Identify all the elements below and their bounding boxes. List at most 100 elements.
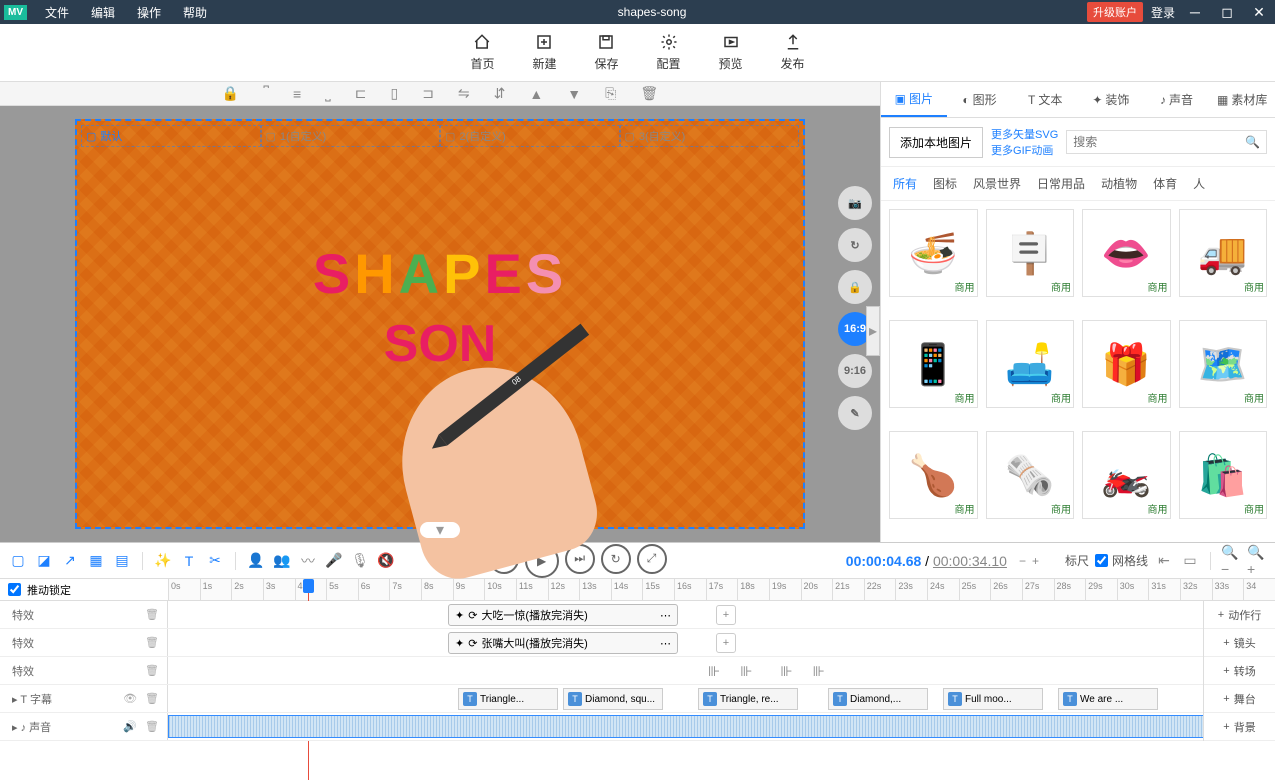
caption-clip[interactable]: TTriangle, re... [698, 688, 798, 710]
tab-text[interactable]: T 文本 [1012, 82, 1078, 117]
tl-record-icon[interactable]: ▢ [8, 551, 28, 571]
caption-clip[interactable]: TWe are ... [1058, 688, 1158, 710]
menu-help[interactable]: 帮助 [173, 0, 217, 25]
edit-tool-icon[interactable]: ✎ [838, 396, 872, 430]
trash-icon[interactable]: 🗑 [145, 608, 159, 621]
publish-button[interactable]: 发布 [781, 33, 805, 72]
filter-scenery[interactable]: 风景世界 [973, 175, 1021, 192]
tab-library[interactable]: ▦ 素材库 [1209, 82, 1275, 117]
zoom-out-small[interactable]: − [1019, 554, 1026, 568]
caption-clip[interactable]: TTriangle... [458, 688, 558, 710]
audio-waveform[interactable] [168, 715, 1275, 738]
filter-nature[interactable]: 动植物 [1101, 175, 1137, 192]
tl-wave-icon[interactable]: 〰 [298, 551, 318, 571]
save-button[interactable]: 保存 [594, 33, 618, 72]
asset-item[interactable]: 🚚商用 [1179, 209, 1268, 297]
panel-collapse-handle[interactable]: ▸ [866, 306, 880, 356]
add-local-image-button[interactable]: 添加本地图片 [889, 127, 983, 158]
filter-all[interactable]: 所有 [893, 175, 917, 192]
asset-item[interactable]: 🍗商用 [889, 431, 978, 519]
caption-clip[interactable]: TDiamond,... [828, 688, 928, 710]
filter-icon[interactable]: 图标 [933, 175, 957, 192]
filter-people[interactable]: 人 [1193, 175, 1205, 192]
markers[interactable]: ⊪⊪⊪⊪ [708, 663, 825, 680]
search-input[interactable] [1073, 135, 1245, 149]
layer-up-icon[interactable]: ▲ [529, 86, 543, 102]
asset-item[interactable]: 🛍️商用 [1179, 431, 1268, 519]
asset-item[interactable]: 🪧商用 [986, 209, 1075, 297]
canvas[interactable]: ▢ 默认 ▢ 1(自定义) ▢ 2(自定义) ▢ 3(自定义) SHAPES S… [75, 119, 805, 529]
tl-snap-icon[interactable]: ⇤ [1154, 551, 1174, 571]
btn-transition[interactable]: + 转场 [1204, 657, 1275, 685]
tl-export-icon[interactable]: ↗ [60, 551, 80, 571]
asset-item[interactable]: 👄商用 [1082, 209, 1171, 297]
align-middle-icon[interactable]: ≡ [293, 86, 301, 102]
new-button[interactable]: 新建 [532, 33, 556, 72]
login-button[interactable]: 登录 [1151, 4, 1175, 21]
search-box[interactable]: 🔍 [1066, 130, 1267, 154]
btn-camera[interactable]: + 镜头 [1204, 629, 1275, 657]
fullscreen-button[interactable]: ⤢ [637, 544, 667, 574]
asset-item[interactable]: 🍜商用 [889, 209, 978, 297]
lock-icon[interactable]: 🔒 [222, 85, 239, 102]
trash-icon[interactable]: 🗑 [145, 720, 159, 733]
flip-h-icon[interactable]: ⇋ [458, 85, 470, 102]
menu-edit[interactable]: 编辑 [81, 0, 125, 25]
scene-tab-1[interactable]: ▢ 1(自定义) [261, 125, 441, 147]
tl-grid-icon[interactable]: ▦ [86, 551, 106, 571]
tl-person-icon[interactable]: 👤 [246, 551, 266, 571]
trash-icon[interactable]: 🗑 [145, 692, 159, 705]
maximize-button[interactable]: ◻ [1215, 4, 1239, 21]
aspect-9-16[interactable]: 9:16 [838, 354, 872, 388]
scene-tab-3[interactable]: ▢ 3(自定义) [620, 125, 800, 147]
rotate-icon[interactable]: ↻ [838, 228, 872, 262]
minimize-button[interactable]: ─ [1183, 4, 1207, 20]
copy-icon[interactable]: ⎘ [605, 85, 616, 102]
btn-action-row[interactable]: + 动作行 [1204, 601, 1275, 629]
tl-cut-icon[interactable]: ✂ [205, 551, 225, 571]
tl-layers-icon[interactable]: ▤ [112, 551, 132, 571]
loop-button[interactable]: ↻ [601, 544, 631, 574]
search-icon[interactable]: 🔍 [1245, 135, 1260, 149]
volume-icon[interactable]: 🔊 [123, 720, 137, 733]
tl-shape-icon[interactable]: ◪ [34, 551, 54, 571]
caption-clip[interactable]: TFull moo... [943, 688, 1043, 710]
gridline-checkbox[interactable] [1095, 554, 1108, 567]
scene-tab-default[interactable]: ▢ 默认 [81, 125, 261, 147]
btn-stage[interactable]: + 舞台 [1204, 685, 1275, 713]
align-top-icon[interactable]: ⎴ [263, 85, 269, 102]
clip-fx-2[interactable]: ✦⟳张嘴大叫(播放完消失)⋯ [448, 632, 678, 654]
tab-shapes[interactable]: ◐ 图形 [947, 82, 1013, 117]
upgrade-badge[interactable]: 升级账户 [1087, 2, 1143, 22]
lock-tool-icon[interactable]: 🔒 [838, 270, 872, 304]
menu-action[interactable]: 操作 [127, 0, 171, 25]
btn-background[interactable]: + 背景 [1204, 713, 1275, 741]
time-total[interactable]: 00:00:34.10 [933, 553, 1007, 569]
add-clip-button-2[interactable]: + [716, 633, 736, 653]
asset-item[interactable]: 🛋️商用 [986, 320, 1075, 408]
align-center-icon[interactable]: ▯ [390, 85, 398, 102]
asset-item[interactable]: 📱商用 [889, 320, 978, 408]
menu-file[interactable]: 文件 [35, 0, 79, 25]
trash-icon[interactable]: 🗑 [145, 664, 159, 677]
zoom-out-icon[interactable]: 🔍− [1221, 551, 1241, 571]
scene-tab-2[interactable]: ▢ 2(自定义) [440, 125, 620, 147]
add-clip-button-1[interactable]: + [716, 605, 736, 625]
tl-mic-icon[interactable]: 🎙 [350, 551, 370, 571]
close-button[interactable]: ✕ [1247, 4, 1271, 21]
more-svg-link[interactable]: 更多矢量SVG [991, 126, 1058, 142]
tl-mute-icon[interactable]: 🔇 [376, 551, 396, 571]
filter-daily[interactable]: 日常用品 [1037, 175, 1085, 192]
align-bottom-icon[interactable]: ⎵ [325, 85, 331, 102]
home-button[interactable]: 首页 [470, 33, 494, 72]
tl-text-icon[interactable]: T [179, 551, 199, 571]
tl-search-icon[interactable]: ✨ [153, 551, 173, 571]
canvas-collapse-handle[interactable]: ▾ [420, 522, 460, 538]
caption-clip[interactable]: TDiamond, squ... [563, 688, 663, 710]
settings-button[interactable]: 配置 [657, 33, 681, 72]
zoom-in-small[interactable]: + [1032, 554, 1039, 568]
align-left-icon[interactable]: ⊏ [355, 85, 367, 102]
more-gif-link[interactable]: 更多GIF动画 [991, 142, 1058, 158]
tab-decor[interactable]: ✦ 装饰 [1078, 82, 1144, 117]
timeline-ruler[interactable]: 0s1s2s3s4s5s6s7s8s9s10s11s12s13s14s15s16… [168, 579, 1275, 600]
